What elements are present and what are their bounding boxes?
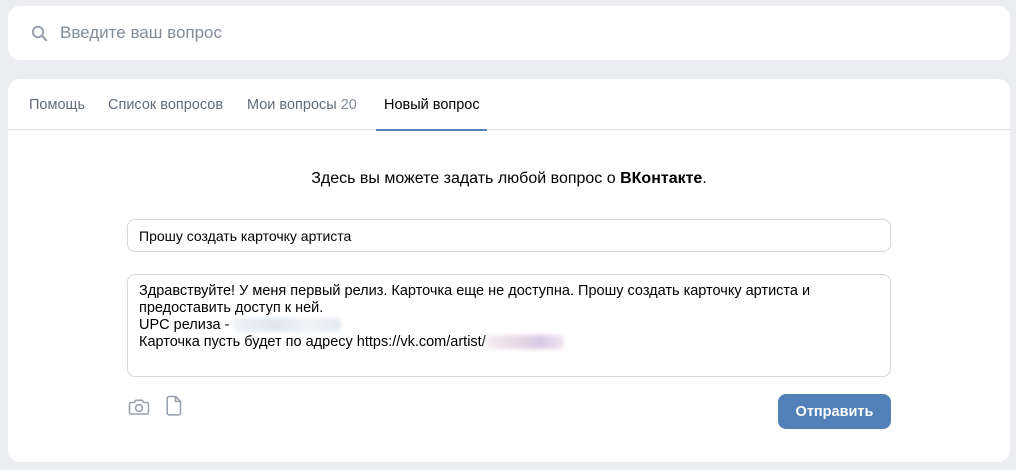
tab-label: Помощь — [29, 97, 86, 113]
attach-photo-button[interactable] — [128, 397, 150, 419]
brand-name: ВКонтакте — [620, 170, 703, 187]
message-line: Здравствуйте! У меня первый релиз. Карто… — [139, 283, 811, 299]
tab-new-question[interactable]: Новый вопрос — [376, 79, 487, 131]
intro-text-start: Здесь вы можете задать любой вопрос о — [311, 170, 621, 187]
intro-text: Здесь вы можете задать любой вопрос о ВК… — [8, 170, 1010, 188]
camera-icon — [128, 396, 150, 421]
tab-help[interactable]: Помощь — [29, 79, 85, 130]
question-message-textarea[interactable]: Здравствуйте! У меня первый релиз. Карто… — [127, 274, 891, 377]
redacted-upc — [233, 318, 342, 333]
message-line: предоставить доступ к ней. — [139, 300, 324, 316]
document-icon — [165, 395, 183, 421]
tab-label: Новый вопрос — [384, 97, 480, 113]
message-line-link: Карточка пусть будет по адресу https://v… — [139, 334, 879, 351]
intro-text-end: . — [702, 170, 707, 187]
tab-label: Мои вопросы — [247, 97, 337, 113]
new-question-panel: Помощь Список вопросов Мои вопросы 20 Нов… — [8, 79, 1010, 462]
tab-count-badge: 20 — [340, 97, 357, 113]
tab-questions-list[interactable]: Список вопросов — [108, 79, 223, 130]
message-line-upc: UPC релиза - — [139, 317, 879, 334]
attach-document-button[interactable] — [163, 395, 185, 421]
question-subject-input[interactable] — [127, 219, 891, 252]
tab-label: Список вопросов — [108, 97, 224, 113]
tab-my-questions[interactable]: Мои вопросы 20 — [247, 79, 357, 130]
search-icon — [30, 24, 48, 42]
search-bar — [8, 6, 1010, 60]
tab-bar: Помощь Список вопросов Мои вопросы 20 Нов… — [8, 79, 1010, 131]
send-button[interactable]: Отправить — [778, 394, 891, 429]
redacted-artist-link — [485, 335, 564, 350]
message-line: UPC релиза - — [139, 317, 234, 333]
search-input[interactable] — [60, 23, 960, 43]
message-line: Карточка пусть будет по адресу https://v… — [139, 334, 486, 350]
